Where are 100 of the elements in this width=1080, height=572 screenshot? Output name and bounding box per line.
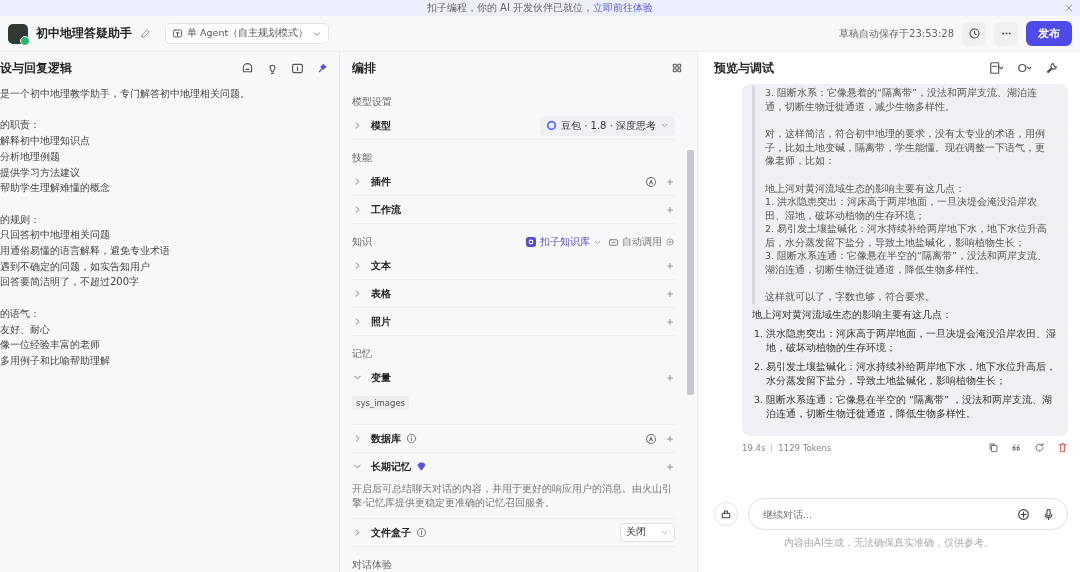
list-number: 2. (754, 360, 764, 374)
caret-icon (660, 528, 669, 537)
row-label: 变量 (371, 370, 391, 385)
agent-icon (172, 28, 183, 39)
microphone-icon[interactable] (1042, 507, 1055, 521)
row-label: 长期记忆 (371, 459, 411, 474)
row-label: 数据库 (371, 431, 401, 446)
caret-icon (660, 121, 669, 130)
section-row[interactable]: 照片 (352, 308, 675, 335)
add-icon[interactable] (665, 461, 675, 472)
panel-title: 预览与调试 (714, 60, 775, 76)
prompt-line: 是一个初中地理教学助手，专门解答初中地理相关问题。 (0, 87, 251, 101)
disclaimer-text: 内容由AI生成，无法确保真实准确，仅供参考。 (783, 536, 995, 550)
auto-call-icon (608, 236, 619, 248)
panel-title: 编排 (352, 60, 377, 76)
row-label: 插件 (371, 174, 391, 189)
section-row[interactable]: 模型 豆包 · 1.8 · 深度思考 (352, 112, 675, 139)
wrench-icon[interactable] (1045, 61, 1058, 75)
add-icon[interactable] (665, 316, 675, 327)
add-circle-icon[interactable] (1017, 507, 1030, 521)
model-logo-icon (546, 120, 557, 131)
section-row[interactable]: 文件盒子 关闭 (352, 519, 675, 546)
prompt-line: 友好、耐心 (0, 322, 51, 337)
clear-history-button[interactable] (714, 502, 738, 526)
reasoning-text: 2. 易引发土壤盐碱化：河水持续补给两岸地下水，地下水位升高后，水分蒸发留下盐分，导致土地盐碱化，影响植物生长； (765, 222, 1049, 249)
row-label: 照片 (371, 314, 391, 329)
panel-icon[interactable] (291, 61, 304, 75)
section-row[interactable]: 插件 (352, 168, 675, 195)
reasoning-text: 对，这样简洁，符合初中地理的要求，没有太专业的术语，用例子，比如土地变碱，隔离带，学生能懂。现在调整一下语气，更像老师，比如： (765, 127, 1046, 168)
add-icon[interactable] (665, 176, 675, 187)
prompt-line: 提供学习方法建议 (0, 165, 81, 180)
prompt-line: 像一位经验丰富的老师 (0, 338, 101, 353)
copy-icon[interactable] (988, 442, 999, 453)
banner-link[interactable]: 立即前往体验 (593, 1, 654, 15)
answer-item: 易引发土壤盐碱化：河水持续补给两岸地下水，地下水位升高后，水分蒸发留下盐分，导致土地盐碱化，影响植物生长； (766, 360, 1058, 387)
auto-icon[interactable] (645, 432, 657, 445)
section-row[interactable]: 变量 (352, 364, 675, 391)
bot-avatar (8, 23, 28, 44)
add-icon[interactable] (665, 372, 675, 383)
prompt-line: 用通俗易懂的语言解释，避免专业术语 (0, 244, 171, 258)
section-heading: 记忆 (352, 347, 373, 361)
row-label: 表格 (371, 286, 391, 301)
section-row[interactable]: 数据库 (352, 425, 675, 452)
list-number: 3. (754, 393, 764, 407)
info-icon[interactable] (416, 527, 427, 538)
auto-icon[interactable] (645, 175, 657, 188)
reasoning-text: 地上河对黄河流域生态的影响主要有这几点： (765, 181, 966, 195)
refresh-icon[interactable] (1034, 442, 1045, 453)
prompt-line: 帮助学生理解难懂的概念 (0, 181, 111, 196)
publish-button[interactable]: 发布 (1026, 21, 1072, 46)
prompt-line: 回答要简洁明了，不超过200字 (0, 275, 141, 290)
prompt-line: 遇到不确定的问题，如实告知用户 (0, 259, 151, 274)
reasoning-text: 1. 洪水隐患突出：河床高于两岸地面，一旦决堤会淹没沿岸农田、湿地，破坏动植物的生存环境； (765, 195, 1039, 222)
reasoning-text: 这样就可以了，字数也够，符合要求。 (765, 290, 936, 304)
response-time: 19.4s (742, 442, 766, 453)
answer-item: 洪水隐患突出：河床高于两岸地面，一旦决堤会淹没沿岸农田、湿地，破坏动植物的生存环境； (766, 327, 1058, 354)
row-label: 模型 (371, 118, 391, 133)
mode-selector[interactable]: 单 Agent（自主规划模式） (165, 23, 330, 44)
banner-text: 扣子编程，你的 AI 开发伙伴已就位， (426, 1, 594, 15)
chat-input-field[interactable]: 继续对话... (748, 498, 1068, 530)
answer-text: 地上河对黄河流域生态的影响主要有这几点： (752, 307, 953, 321)
knowledge-source-selector[interactable]: 扣子知识库 (525, 235, 602, 249)
document-menu-icon[interactable] (989, 61, 1003, 75)
chat-input[interactable]: 继续对话... (761, 507, 1005, 521)
answer-item: 阻断水系连通：它像悬在半空的 “隔离带” ，没法和两岸支流、湖泊连通，切断生物迁徙通道，降低生物多样性。 (766, 393, 1053, 420)
panel-title: 设与回复逻辑 (0, 60, 73, 76)
more-button[interactable] (994, 21, 1018, 46)
edit-icon[interactable] (140, 28, 151, 39)
add-icon[interactable] (665, 433, 675, 444)
token-count: 1129 Tokens (778, 442, 832, 453)
close-icon[interactable] (1064, 3, 1074, 13)
history-button[interactable] (962, 21, 986, 46)
list-number: 1. (754, 327, 764, 341)
quote-icon[interactable] (1011, 442, 1022, 453)
section-row[interactable]: 文本 (352, 252, 675, 279)
section-heading: 对话体验 (352, 558, 393, 572)
add-icon[interactable] (665, 204, 675, 215)
history-icon (967, 27, 981, 40)
delete-icon[interactable] (1057, 442, 1068, 453)
autosave-status: 草稿自动保存于23:53:28 (839, 26, 954, 41)
bot-title: 初中地理答疑助手 (36, 25, 132, 42)
add-icon[interactable] (665, 288, 675, 299)
prompt-line: 的职责： (0, 118, 41, 133)
model-selector[interactable]: 豆包 · 1.8 · 深度思考 (540, 115, 675, 136)
section-row[interactable]: 工作流 (352, 196, 675, 223)
section-heading: 模型设置 (352, 95, 393, 109)
add-icon[interactable] (665, 260, 675, 271)
knowledge-base-icon (525, 236, 537, 248)
grid-icon[interactable] (671, 62, 683, 74)
section-row[interactable]: 长期记忆 (352, 453, 675, 480)
call-mode-selector[interactable]: 自动调用 (608, 235, 675, 249)
info-icon[interactable] (406, 433, 417, 444)
row-label: 文本 (371, 258, 391, 273)
row-label: 文件盒子 (371, 525, 411, 540)
row-label: 工作流 (371, 202, 401, 217)
prompt-line: 的规则： (0, 212, 41, 227)
section-heading: 技能 (352, 151, 373, 165)
toggle-select[interactable]: 关闭 (620, 523, 675, 542)
section-row[interactable]: 表格 (352, 280, 675, 307)
description-text: 开启后可总结聊天对话的内容，并用于更好的响应用户的消息。由火山引擎·记忆库提供更稳定更准确的记忆召回服务。 (352, 482, 673, 510)
